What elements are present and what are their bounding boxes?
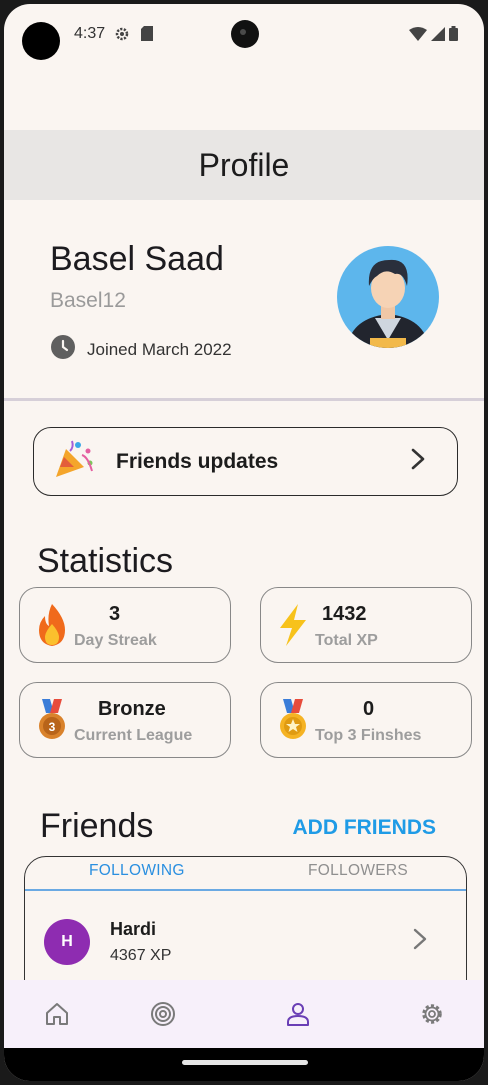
stat-value: 3 — [109, 603, 121, 625]
system-gesture-bar — [4, 1048, 484, 1081]
stat-value: 1432 — [322, 603, 367, 625]
stat-value: 0 — [363, 698, 375, 720]
bronze-medal-icon: 3 — [34, 697, 70, 743]
friends-updates-label: Friends updates — [116, 449, 279, 473]
chevron-right-icon — [411, 448, 425, 475]
friend-list-item[interactable]: H Hardi 4367 XP — [25, 901, 466, 981]
section-divider — [4, 398, 484, 401]
sd-card-icon — [141, 26, 153, 46]
front-camera — [231, 20, 259, 48]
tab-followers[interactable]: FOLLOWERS — [308, 862, 408, 880]
signal-icon — [431, 26, 445, 46]
tab-following[interactable]: FOLLOWING — [89, 862, 185, 880]
friend-xp: 4367 XP — [110, 947, 172, 964]
status-time: 4:37 — [74, 25, 106, 42]
friends-updates-button[interactable]: Friends updates — [33, 427, 458, 496]
stat-card-league: 3 Bronze Current League — [19, 682, 231, 758]
settings-icon[interactable] — [416, 998, 448, 1030]
statistics-heading: Statistics — [37, 542, 174, 580]
stat-card-streak: 3 Day Streak — [19, 587, 231, 663]
home-icon[interactable] — [41, 998, 73, 1030]
phone-screen: 4:37 Profile Basel Saad Basel12 Joined M… — [4, 4, 484, 1081]
party-popper-icon — [52, 437, 96, 486]
svg-text:3: 3 — [49, 720, 56, 734]
fire-icon — [34, 602, 70, 648]
stat-card-top3: 0 Top 3 Finshes — [260, 682, 472, 758]
chevron-right-icon — [413, 928, 427, 955]
stat-label: Total XP — [315, 632, 378, 649]
bottom-navigation — [4, 980, 484, 1048]
tab-indicator — [25, 889, 466, 891]
battery-icon — [449, 26, 458, 46]
home-gesture-handle[interactable] — [182, 1060, 308, 1065]
settings-gear-icon — [114, 26, 130, 47]
page-title: Profile — [198, 146, 290, 183]
wifi-icon — [409, 26, 427, 46]
stat-label: Day Streak — [74, 632, 157, 649]
friend-avatar: H — [44, 919, 90, 965]
lightning-icon — [275, 602, 311, 648]
clock-icon — [51, 335, 75, 364]
status-right — [409, 26, 458, 46]
target-icon[interactable] — [147, 998, 179, 1030]
profile-icon[interactable] — [282, 998, 314, 1030]
stat-label: Top 3 Finshes — [315, 727, 422, 744]
joined-date: Joined March 2022 — [51, 335, 232, 364]
joined-label: Joined March 2022 — [87, 339, 232, 359]
friends-heading: Friends — [40, 807, 154, 845]
stat-value: Bronze — [98, 698, 166, 720]
avatar-illustration — [347, 259, 429, 348]
add-friends-button[interactable]: ADD FRIENDS — [292, 816, 436, 840]
friend-name: Hardi — [110, 919, 157, 939]
camera-cutout — [22, 22, 60, 60]
status-bar: 4:37 — [4, 4, 484, 66]
profile-name: Basel Saad — [50, 240, 224, 278]
stat-label: Current League — [74, 727, 193, 744]
avatar[interactable] — [337, 246, 439, 348]
stat-card-xp: 1432 Total XP — [260, 587, 472, 663]
gold-medal-icon — [275, 697, 311, 743]
app-bar: Profile — [4, 130, 484, 200]
profile-username: Basel12 — [50, 289, 126, 312]
